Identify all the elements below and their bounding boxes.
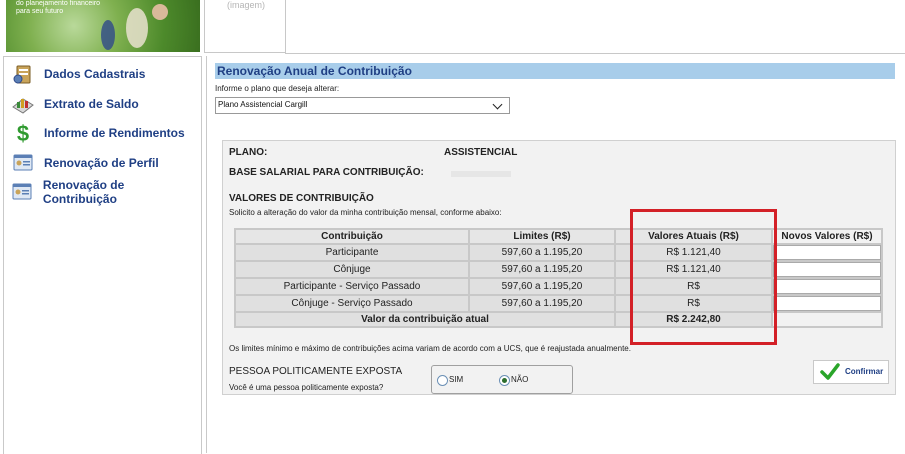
base-salarial-value <box>451 171 511 177</box>
total-empty-cell <box>773 313 881 326</box>
plan-select[interactable]: Plano Assistencial Cargill <box>215 97 510 114</box>
column-header: Limites (R$) <box>470 230 614 243</box>
limits-note: Os limites mínimo e máximo de contribuiç… <box>229 344 631 353</box>
radio-nao-label: NÃO <box>511 375 529 384</box>
table-header-row: Contribuição Limites (R$) Valores Atuais… <box>236 230 881 243</box>
plan-select-label: Informe o plano que deseja alterar: <box>215 84 340 93</box>
radio-sim-label: SIM <box>449 375 464 384</box>
sidebar-item-informe-de-rendimentos[interactable]: $ Informe de Rendimentos <box>10 120 195 146</box>
contribution-name: Participante - Serviço Passado <box>236 279 468 294</box>
svg-text:$: $ <box>17 121 29 145</box>
pep-radio-group: SIM NÃO <box>431 365 573 394</box>
banner-tagline: do planejamento financeiro para seu futu… <box>16 0 101 15</box>
table-total-row: Valor da contribuição atual R$ 2.242,80 <box>236 313 881 326</box>
column-header: Novos Valores (R$) <box>773 230 881 243</box>
contribution-name: Cônjuge <box>236 262 468 277</box>
limits-value: 597,60 a 1.195,20 <box>470 279 614 294</box>
new-value-input[interactable] <box>773 296 881 311</box>
valores-heading: VALORES DE CONTRIBUIÇÃO <box>229 193 374 204</box>
contribution-panel: PLANO: ASSISTENCIAL BASE SALARIAL PARA C… <box>222 140 896 395</box>
new-value-input[interactable] <box>773 245 881 260</box>
pep-heading: PESSOA POLITICAMENTE EXPOSTA <box>229 366 403 377</box>
limits-value: 597,60 a 1.195,20 <box>470 262 614 277</box>
plan-select-value: Plano Assistencial Cargill <box>218 100 308 109</box>
sidebar-item-extrato-de-saldo[interactable]: Extrato de Saldo <box>10 91 195 117</box>
contribution-name: Participante <box>236 245 468 260</box>
profile-card-icon <box>10 151 36 175</box>
contribution-name: Cônjuge - Serviço Passado <box>236 296 468 311</box>
base-salarial-label: BASE SALARIAL PARA CONTRIBUIÇÃO: <box>229 167 424 178</box>
table-row: Participante - Serviço Passado 597,60 a … <box>236 279 881 294</box>
image-placeholder: (imagem) <box>204 0 286 53</box>
table-row: Cônjuge 597,60 a 1.195,20 R$ 1.121,40 <box>236 262 881 277</box>
chevron-down-icon <box>492 99 503 110</box>
pep-question: Você é uma pessoa politicamente exposta? <box>229 383 384 392</box>
sidebar-item-label: Renovação de Perfil <box>44 156 159 170</box>
contribution-card-icon <box>10 180 35 204</box>
radio-sim[interactable] <box>437 375 448 386</box>
sidebar: Dados Cadastrais Extrato de Saldo $ Info… <box>3 56 202 454</box>
checkmark-icon <box>820 363 840 380</box>
statement-icon <box>10 92 36 116</box>
table-row: Cônjuge - Serviço Passado 597,60 a 1.195… <box>236 296 881 311</box>
sidebar-item-label: Dados Cadastrais <box>44 67 146 81</box>
sidebar-item-label: Extrato de Saldo <box>44 97 139 111</box>
new-value-input[interactable] <box>773 262 881 277</box>
contribution-table: Contribuição Limites (R$) Valores Atuais… <box>234 228 883 328</box>
limits-value: 597,60 a 1.195,20 <box>470 296 614 311</box>
column-header: Contribuição <box>236 230 468 243</box>
total-label: Valor da contribuição atual <box>236 313 614 326</box>
main-content: Renovação Anual de Contribuição Informe … <box>206 56 905 453</box>
page-title: Renovação Anual de Contribuição <box>217 64 412 78</box>
highlight-box <box>630 209 777 345</box>
banner-image: do planejamento financeiro para seu futu… <box>6 0 200 52</box>
sidebar-item-label: Renovação de Contribuição <box>42 178 125 206</box>
limits-value: 597,60 a 1.195,20 <box>470 245 614 260</box>
radio-nao[interactable] <box>499 375 510 386</box>
header-area <box>285 0 905 54</box>
plano-value: ASSISTENCIAL <box>444 147 518 158</box>
confirm-label: Confirmar <box>845 367 884 376</box>
confirm-button[interactable]: Confirmar <box>813 360 889 384</box>
plano-label: PLANO: <box>229 147 268 158</box>
sidebar-item-renovacao-de-perfil[interactable]: Renovação de Perfil <box>10 150 195 176</box>
page-title-bar: Renovação Anual de Contribuição <box>215 63 895 79</box>
dollar-icon: $ <box>10 121 36 145</box>
sidebar-item-dados-cadastrais[interactable]: Dados Cadastrais <box>10 61 195 87</box>
new-value-input[interactable] <box>773 279 881 294</box>
table-row: Participante 597,60 a 1.195,20 R$ 1.121,… <box>236 245 881 260</box>
sidebar-item-renovacao-de-contribuicao[interactable]: Renovação de Contribuição <box>10 178 195 206</box>
valores-subtitle: Solicito a alteração do valor da minha c… <box>229 208 502 217</box>
sidebar-item-label: Informe de Rendimentos <box>44 126 185 140</box>
registration-icon <box>10 62 36 86</box>
